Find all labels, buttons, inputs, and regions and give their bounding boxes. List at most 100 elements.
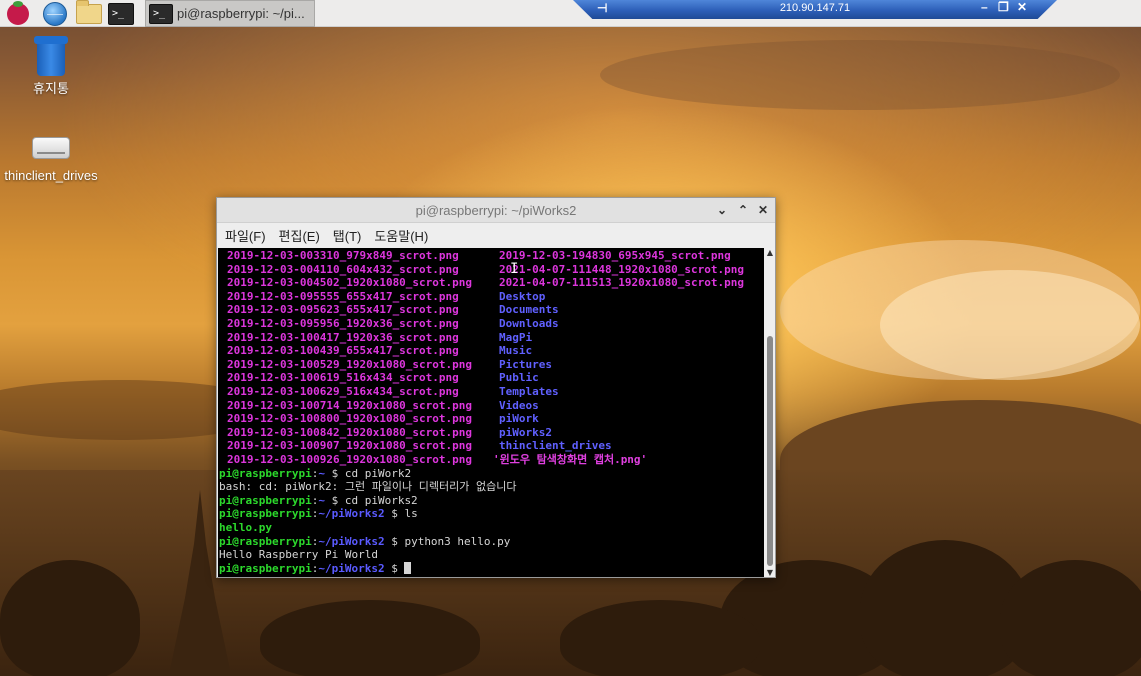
command: $ cd piWorks2	[324, 493, 418, 507]
window-titlebar[interactable]: pi@raspberrypi: ~/piWorks2 ⌄ ⌃ ✕	[217, 198, 775, 223]
ls-row: 2019-12-03-100439_655x417_scrot.png Music	[218, 344, 764, 358]
ls-entry: 2019-12-03-100629_516x434_scrot.png	[227, 385, 459, 398]
ls-entry: Documents	[499, 303, 559, 317]
command: $	[384, 561, 405, 575]
text-cursor-icon: I	[510, 261, 519, 277]
ls-entry: 2019-12-03-095555_655x417_scrot.png	[227, 289, 459, 303]
taskbar-terminal-entry[interactable]: >_ pi@raspberrypi: ~/pi...	[145, 0, 315, 27]
ls-entry: Videos	[499, 398, 539, 412]
desktop-icon-trash[interactable]: 휴지통	[3, 36, 99, 98]
ls-entry: 2019-12-03-100842_1920x1080_scrot.png	[227, 425, 473, 439]
terminal-line: pi@raspberrypi:~/piWorks2 $ ls	[219, 507, 418, 521]
ls-entry: 2021-04-07-111513_1920x1080_scrot.png	[499, 276, 745, 290]
terminal-window: pi@raspberrypi: ~/piWorks2 ⌄ ⌃ ✕ 파일(F) 편…	[216, 197, 776, 578]
ls-entry: Public	[499, 371, 539, 385]
scrollbar[interactable]: ▲ ▼	[765, 248, 775, 577]
terminal-icon[interactable]: >_	[106, 1, 136, 26]
ls-entry: 2019-12-03-194830_695x945_scrot.png	[499, 249, 731, 262]
ls-entry: 2019-12-03-100907_1920x1080_scrot.png	[227, 439, 473, 453]
ls-row: 2019-12-03-004502_1920x1080_scrot.png 202…	[218, 276, 764, 290]
prompt-user: pi@raspberrypi	[219, 561, 312, 575]
drive-icon	[32, 137, 70, 159]
terminal-line: bash: cd: piWork2: 그런 파일이나 디렉터리가 없습니다	[219, 480, 517, 494]
ls-entry: 2019-12-03-100800_1920x1080_scrot.png	[227, 412, 473, 426]
desktop-icon-label: 휴지통	[33, 81, 69, 96]
terminal-line: Hello Raspberry Pi World	[219, 548, 378, 562]
ls-entry: 2019-12-03-004502_1920x1080_scrot.png	[227, 276, 473, 290]
trash-icon	[34, 36, 68, 76]
chevron-up-icon[interactable]: ⌃	[735, 202, 751, 218]
command: $ python3 hello.py	[384, 534, 511, 548]
prompt-path: ~/piWorks2	[318, 507, 385, 521]
ls-entry: 2019-12-03-100417_1920x36_scrot.png	[227, 330, 459, 344]
raspberry-menu-icon[interactable]	[3, 0, 33, 26]
terminal-line: hello.py	[219, 521, 272, 535]
browser-globe-icon[interactable]	[40, 1, 70, 26]
task-title: pi@raspberrypi: ~/pi...	[177, 6, 305, 21]
ls-row: 2019-12-03-100417_1920x36_scrot.png MagPi	[218, 331, 764, 345]
prompt-path: ~	[318, 493, 325, 507]
ls-entry: Templates	[499, 385, 559, 398]
remote-desktop-bar: ⊣ 210.90.147.71 – ❐ ✕	[573, 0, 1057, 19]
ls-row: 2019-12-03-100714_1920x1080_scrot.png Vid…	[218, 399, 764, 413]
ls-entry: piWork	[499, 412, 539, 426]
ls-entry: Desktop	[499, 289, 546, 303]
menu-edit[interactable]: 편집(E)	[279, 226, 320, 245]
ls-entry: thinclient_drives	[499, 439, 612, 453]
ls-entry: 2019-12-03-100619_516x434_scrot.png	[227, 371, 459, 385]
ls-row: 2019-12-03-004110_604x432_scrot.png 2021-…	[218, 263, 764, 277]
ls-row: 2019-12-03-003310_979x849_scrot.png 2019-…	[218, 249, 764, 263]
command-output: Hello Raspberry Pi World	[219, 548, 378, 562]
restore-button[interactable]: ❐	[998, 0, 1009, 14]
ls-entry: 2019-12-03-100529_1920x1080_scrot.png	[227, 357, 473, 371]
terminal-line: pi@raspberrypi:~ $ cd piWork2	[219, 467, 411, 481]
ls-entry: 2019-12-03-100926_1920x1080_scrot.png	[227, 453, 473, 466]
menu-tabs[interactable]: 탭(T)	[333, 226, 362, 245]
prompt-user: pi@raspberrypi	[219, 493, 312, 507]
ls-entry: MagPi	[499, 330, 533, 344]
prompt-user: pi@raspberrypi	[219, 534, 312, 548]
file-manager-icon[interactable]	[74, 0, 104, 26]
ls-entry: 2019-12-03-095623_655x417_scrot.png	[227, 303, 459, 317]
close-button[interactable]: ✕	[1017, 0, 1027, 14]
minimize-button[interactable]: –	[981, 0, 988, 14]
menu-help[interactable]: 도움말(H)	[374, 226, 428, 245]
ls-entry: 2019-12-03-100439_655x417_scrot.png	[227, 344, 459, 358]
ls-row: 2019-12-03-095623_655x417_scrot.png Docum…	[218, 303, 764, 317]
ls-entry: 2021-04-07-111448_1920x1080_scrot.png	[499, 262, 745, 276]
chevron-down-icon[interactable]: ⌄	[714, 202, 730, 218]
ls-entry: piWorks2	[499, 425, 552, 439]
menu-file[interactable]: 파일(F)	[225, 226, 266, 245]
prompt-user: pi@raspberrypi	[219, 466, 312, 480]
scroll-thumb[interactable]	[767, 336, 773, 566]
ls-entry: 2019-12-03-003310_979x849_scrot.png	[227, 249, 459, 262]
ls-row: 2019-12-03-100926_1920x1080_scrot.png '윈도…	[218, 453, 764, 467]
window-title: pi@raspberrypi: ~/piWorks2	[415, 203, 577, 218]
menu-bar: 파일(F) 편집(E) 탭(T) 도움말(H)	[217, 223, 775, 247]
ls-row: 2019-12-03-100629_516x434_scrot.png Templ…	[218, 385, 764, 399]
ls-entry: 2019-12-03-100714_1920x1080_scrot.png	[227, 398, 473, 412]
ls-entry: Pictures	[499, 357, 552, 371]
ls-row: 2019-12-03-095956_1920x36_scrot.png Downl…	[218, 317, 764, 331]
ls-entry: Music	[499, 344, 533, 358]
scroll-down-icon[interactable]: ▼	[766, 568, 774, 577]
terminal-icon: >_	[149, 3, 173, 24]
terminal-cursor	[404, 561, 412, 574]
terminal-line: pi@raspberrypi:~/piWorks2 $	[219, 561, 412, 576]
desktop-icon-thinclient-drives[interactable]: thinclient_drives	[3, 137, 99, 185]
ls-entry: 2019-12-03-004110_604x432_scrot.png	[227, 262, 459, 276]
ls-row: 2019-12-03-100529_1920x1080_scrot.png Pic…	[218, 358, 764, 372]
prompt-path: ~/piWorks2	[318, 534, 385, 548]
close-icon[interactable]: ✕	[755, 202, 771, 218]
scroll-up-icon[interactable]: ▲	[766, 248, 774, 257]
prompt-path: ~/piWorks2	[318, 561, 385, 575]
ls-row: 2019-12-03-100907_1920x1080_scrot.png thi…	[218, 439, 764, 453]
prompt-path: ~	[318, 466, 325, 480]
prompt-user: pi@raspberrypi	[219, 507, 312, 521]
ls-entry: hello.py	[219, 521, 272, 534]
ls-entry: '윈도우 탐색창화면 캡처.png'	[493, 453, 648, 466]
command: $ ls	[384, 507, 418, 521]
terminal-line: pi@raspberrypi:~ $ cd piWorks2	[219, 494, 418, 508]
terminal-output[interactable]: 2019-12-03-003310_979x849_scrot.png 2019-…	[218, 248, 764, 577]
ls-entry: Downloads	[499, 317, 559, 330]
